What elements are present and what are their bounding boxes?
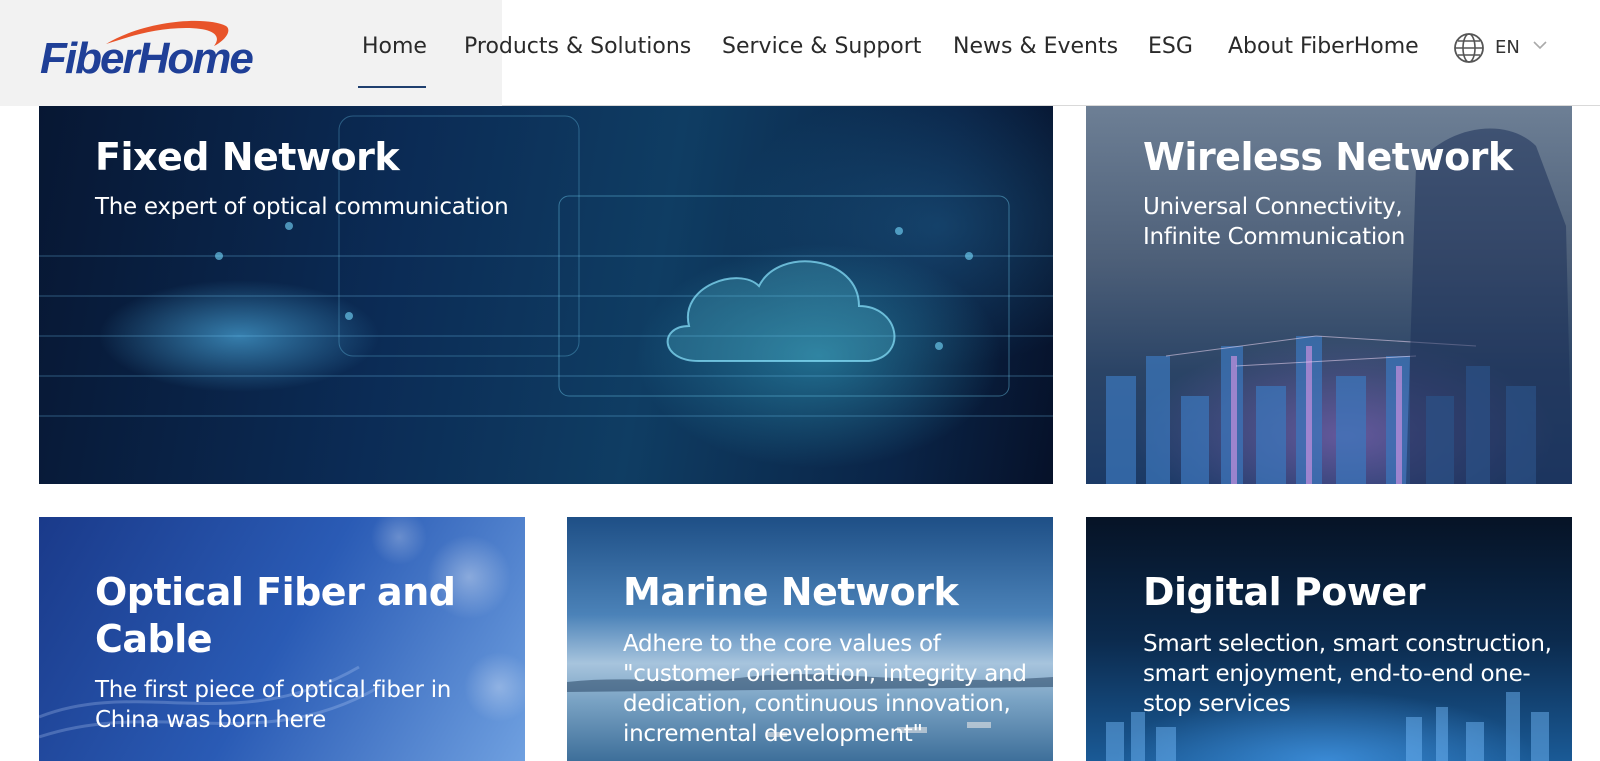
card-subtitle-line-2: smart enjoyment, end-to-end one-	[1143, 661, 1531, 687]
card-marine-network[interactable]: Marine Network Adhere to the core values…	[567, 517, 1053, 761]
card-subtitle-line-3: stop services	[1143, 691, 1291, 717]
card-subtitle: The expert of optical communication	[95, 194, 509, 220]
card-subtitle-line-1: The first piece of optical fiber in	[95, 677, 452, 703]
card-subtitle-line-1: Smart selection, smart construction,	[1143, 631, 1552, 657]
card-subtitle-line-2: "customer orientation, integrity and	[623, 661, 1027, 687]
logo-wordmark: FiberHome	[40, 34, 254, 83]
card-title: Digital Power	[1143, 570, 1425, 614]
nav-products-solutions[interactable]: Products & Solutions	[464, 34, 691, 66]
card-subtitle-line-1: Universal Connectivity,	[1143, 194, 1403, 220]
card-title: Wireless Network	[1143, 135, 1513, 179]
card-title: Marine Network	[623, 570, 959, 614]
card-wireless-network[interactable]: Wireless Network Universal Connectivity,…	[1086, 106, 1572, 484]
card-title-line-2: Cable	[95, 617, 213, 661]
card-subtitle-line-4: incremental development"	[623, 721, 923, 747]
site-header: FiberHome Home Products & Solutions Serv…	[0, 0, 1600, 106]
card-subtitle-line-2: China was born here	[95, 707, 326, 733]
language-label: EN	[1495, 37, 1520, 58]
card-subtitle-line-1: Adhere to the core values of	[623, 631, 941, 657]
chevron-down-icon	[1533, 41, 1547, 50]
nav-home[interactable]: Home	[362, 34, 427, 66]
card-optical-fiber-cable[interactable]: Optical Fiber and Cable The first piece …	[39, 517, 525, 761]
fiberhome-logo[interactable]: FiberHome	[36, 14, 254, 84]
card-title: Fixed Network	[95, 135, 400, 179]
globe-icon	[1454, 33, 1484, 63]
nav-esg[interactable]: ESG	[1148, 34, 1193, 66]
card-title-line-1: Optical Fiber and	[95, 570, 456, 614]
card-fixed-network[interactable]: Fixed Network The expert of optical comm…	[39, 106, 1053, 484]
nav-about-fiberhome[interactable]: About FiberHome	[1228, 34, 1419, 66]
nav-active-indicator	[358, 86, 426, 88]
nav-service-support[interactable]: Service & Support	[722, 34, 921, 66]
card-subtitle-line-2: Infinite Communication	[1143, 224, 1405, 250]
nav-news-events[interactable]: News & Events	[953, 34, 1118, 66]
card-digital-power[interactable]: Digital Power Smart selection, smart con…	[1086, 517, 1572, 761]
card-subtitle-line-3: dedication, continuous innovation,	[623, 691, 1011, 717]
